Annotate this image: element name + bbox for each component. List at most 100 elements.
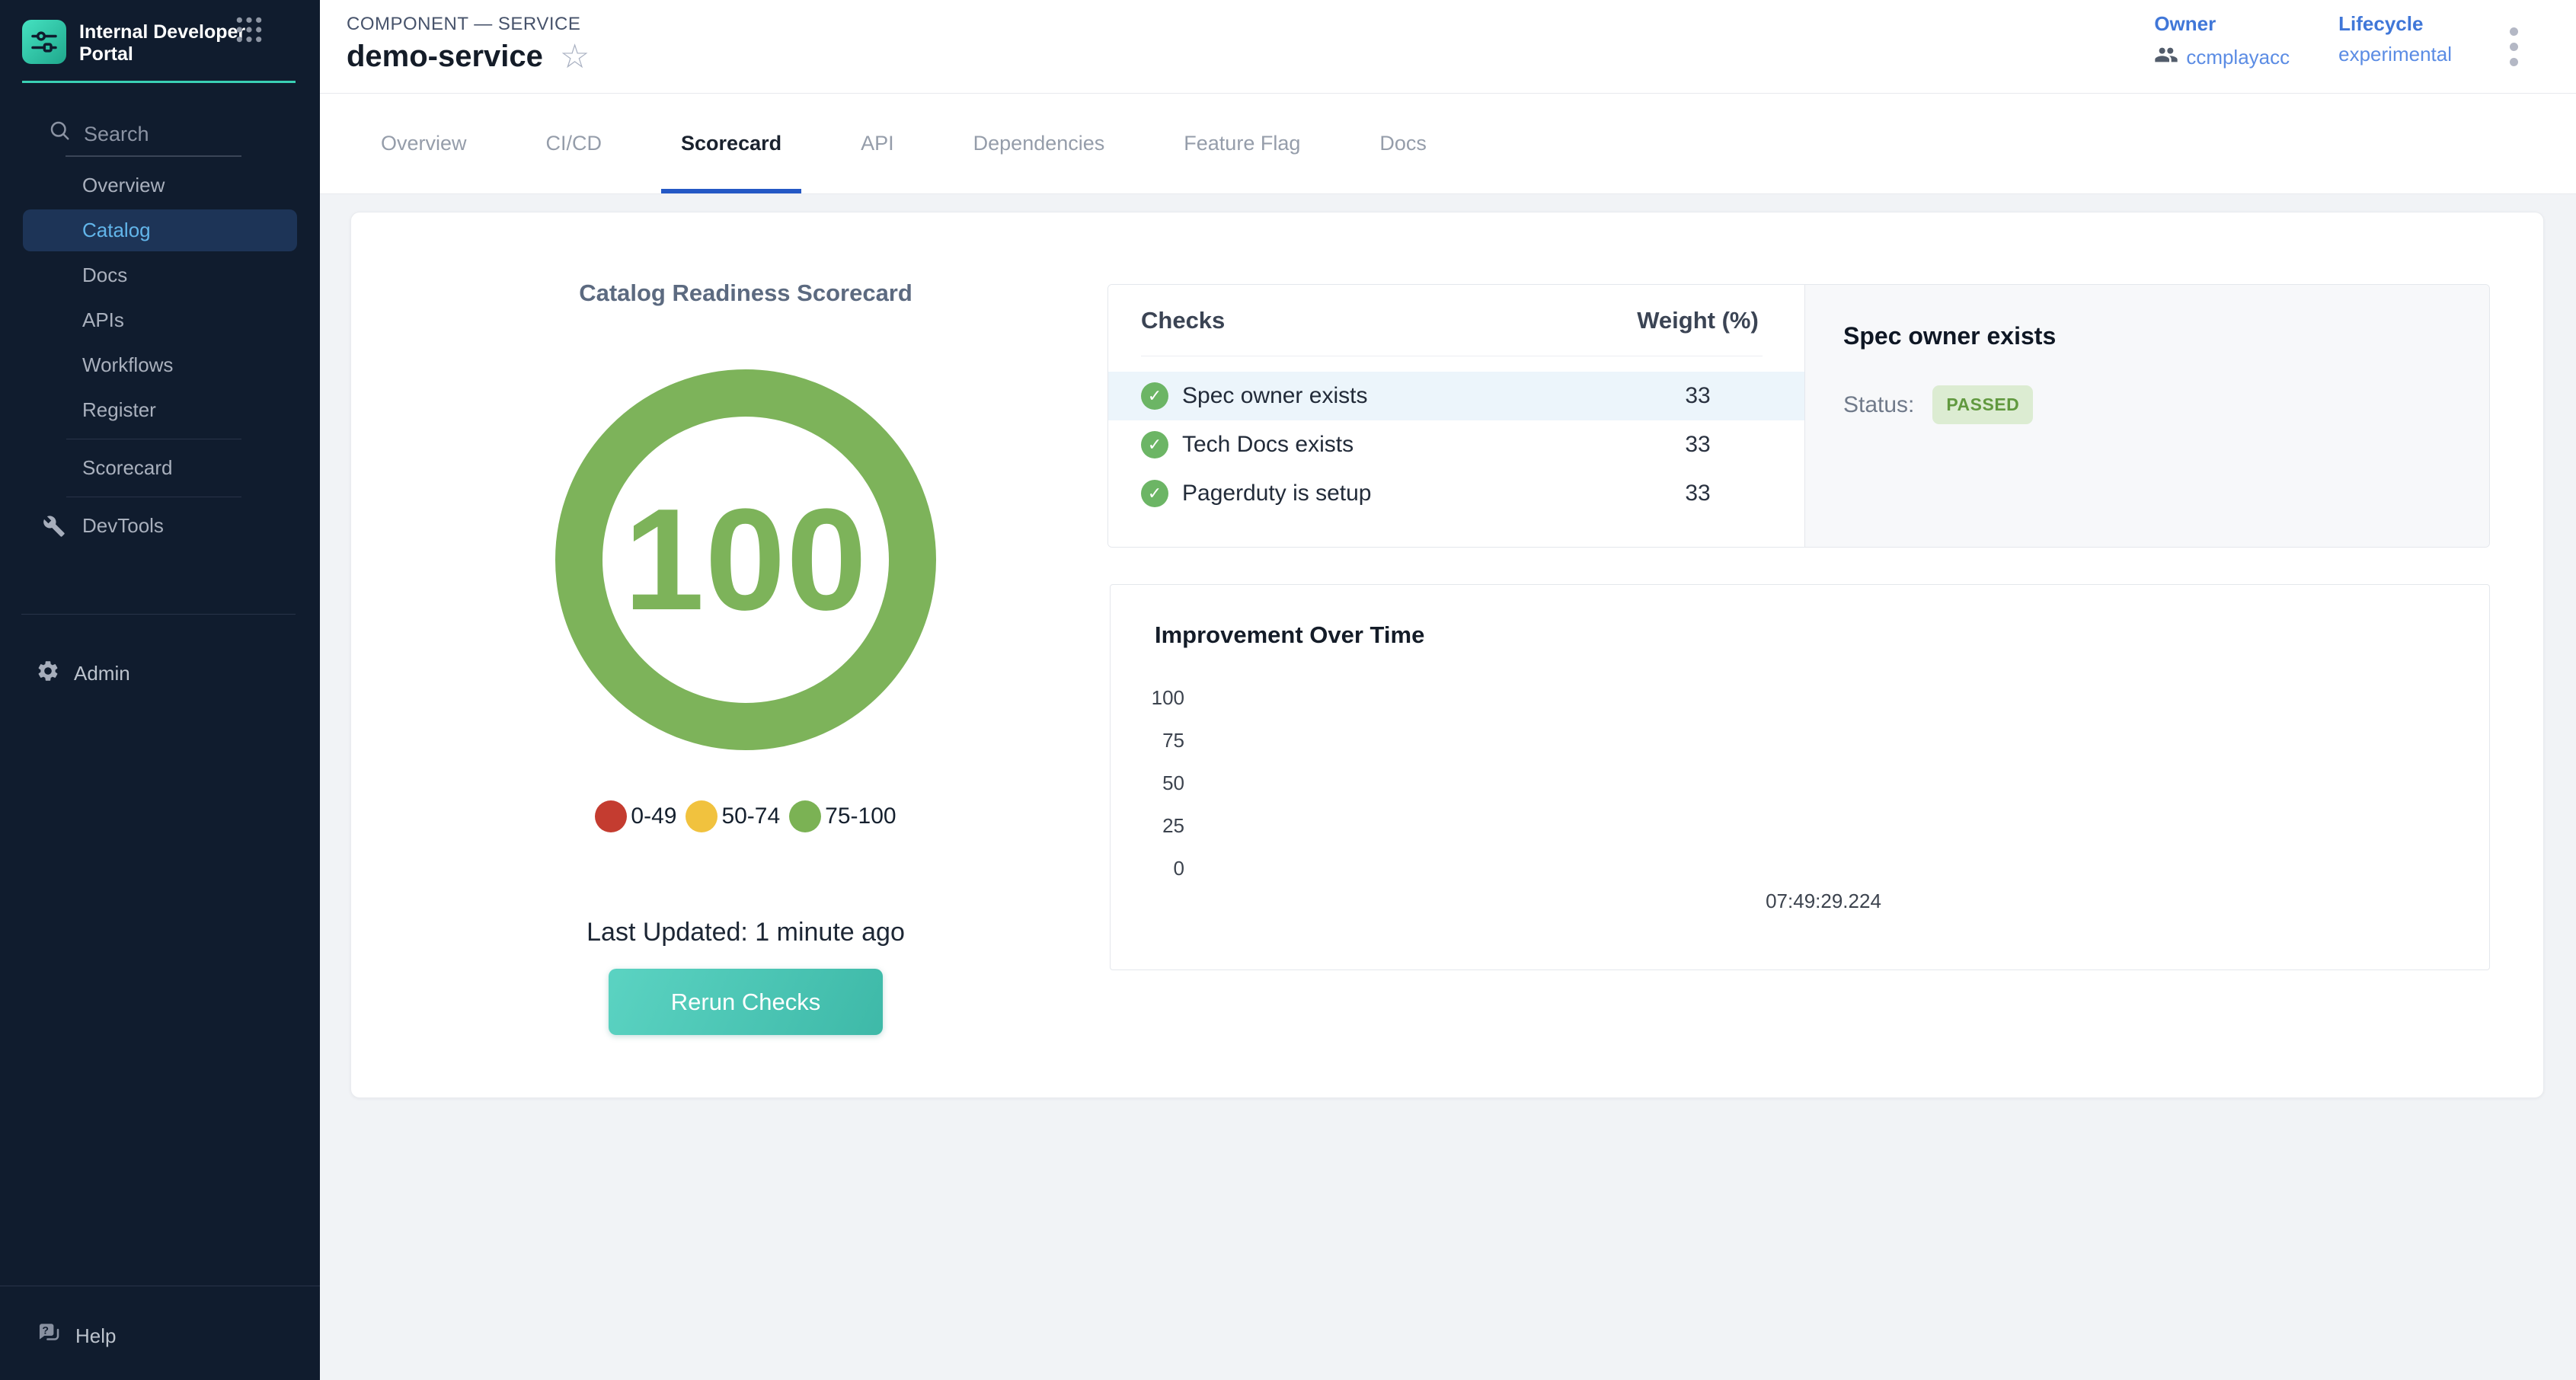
sidebar-item-admin[interactable]: Admin [0,652,320,695]
check-name: Tech Docs exists [1182,432,1354,458]
tab-ci-cd[interactable]: CI/CD [546,94,602,193]
check-weight: 33 [1633,383,1763,409]
sidebar-item-label: Scorecard [82,456,173,479]
sidebar-item-register[interactable]: Register [0,388,320,433]
help-chat-icon: ? [36,1321,62,1352]
sidebar-item-label: Register [82,398,156,421]
wrench-icon [43,515,66,538]
legend-dot [686,800,718,832]
legend-label: 75-100 [825,803,896,829]
y-axis-tick: 50 [1139,771,1184,795]
sidebar-item-label: DevTools [82,514,164,537]
tab-overview[interactable]: Overview [381,94,467,193]
check-name: Spec owner exists [1182,383,1367,409]
score-summary: Catalog Readiness Scorecard 100 0-49 50-7… [351,212,1140,1035]
owner-block: Owner ccmplayacc [2154,12,2290,72]
status-label: Status: [1843,392,1914,418]
check-row[interactable]: ✓ Spec owner exists 33 [1108,372,1804,420]
legend-dot [789,800,821,832]
tab-scorecard[interactable]: Scorecard [681,94,781,193]
sidebar-nav: Overview Catalog Docs APIs Workflows Register… [0,163,320,548]
entity-header: COMPONENT — SERVICE demo-service ☆ Owner… [320,0,2576,94]
favorite-star-icon[interactable]: ☆ [560,40,590,74]
tab-docs[interactable]: Docs [1379,94,1427,193]
tab-feature-flag[interactable]: Feature Flag [1184,94,1300,193]
legend-label: 50-74 [721,803,780,829]
check-name: Pagerduty is setup [1182,481,1371,506]
sidebar-item-docs[interactable]: Docs [0,253,320,298]
content-area: Catalog Readiness Scorecard 100 0-49 50-7… [320,194,2576,1380]
legend-item: 50-74 [686,800,780,832]
sidebar-item-label: Help [75,1324,116,1348]
breadcrumb: COMPONENT — SERVICE [347,14,590,35]
rerun-checks-button[interactable]: Rerun Checks [609,969,883,1035]
status-badge: PASSED [1932,385,2033,424]
weight-column-header: Weight (%) [1633,307,1763,334]
check-detail-title: Spec owner exists [1843,322,2489,350]
sidebar-divider [21,614,296,615]
x-axis-tick: 07:49:29.224 [1766,890,1881,913]
app-logo-icon [22,20,66,64]
tab-api[interactable]: API [861,94,894,193]
check-detail-panel: Spec owner exists Status: PASSED [1805,285,2489,547]
check-weight: 33 [1633,432,1763,458]
sidebar-item-help[interactable]: ? Help [0,1315,320,1357]
legend-label: 0-49 [631,803,676,829]
search-input[interactable] [66,113,241,157]
main-area: COMPONENT — SERVICE demo-service ☆ Owner… [320,0,2576,1380]
legend-dot [595,800,627,832]
svg-text:?: ? [42,1324,49,1337]
lifecycle-label[interactable]: Lifecycle [2338,12,2452,36]
sidebar-accent-divider [22,81,296,83]
checks-column-header: Checks [1141,307,1225,334]
sidebar-item-label: Overview [82,174,165,196]
improvement-chart: Improvement Over Time 100 75 50 25 0 07:49:2… [1110,584,2490,970]
sidebar-item-label: APIs [82,308,124,331]
brand-title: Internal Developer Portal [79,20,254,65]
check-passed-icon: ✓ [1141,480,1168,507]
owner-label[interactable]: Owner [2154,12,2290,36]
sidebar-item-scorecard[interactable]: Scorecard [0,446,320,490]
group-icon [2154,43,2178,72]
score-legend: 0-49 50-74 75-100 [595,800,896,832]
sidebar-item-label: Admin [74,662,130,685]
gear-icon [36,659,60,688]
last-updated-text: Last Updated: 1 minute ago [586,918,905,947]
sidebar-item-apis[interactable]: APIs [0,298,320,343]
y-axis-tick: 75 [1139,729,1184,752]
sidebar-item-catalog[interactable]: Catalog [23,209,297,251]
y-axis-tick: 100 [1139,686,1184,710]
entity-tabbar: Overview CI/CD Scorecard API Dependencies Fea… [320,94,2576,194]
sidebar-item-label: Workflows [82,353,173,376]
y-axis-tick: 0 [1139,857,1184,880]
sidebar: Internal Developer Portal Overview Catalo… [0,0,320,1380]
chart-title: Improvement Over Time [1155,621,1424,649]
check-row[interactable]: ✓ Tech Docs exists 33 [1108,420,1804,469]
score-value: 100 [624,477,868,643]
lifecycle-block: Lifecycle experimental [2338,12,2452,66]
sidebar-item-workflows[interactable]: Workflows [0,343,320,388]
page-title: demo-service [347,40,543,74]
sidebar-item-overview[interactable]: Overview [0,163,320,208]
kebab-menu-icon[interactable] [2505,12,2523,81]
checks-table: Checks Weight (%) ✓ Spec owner exists 33 ✓ T… [1108,285,1805,547]
scorecard-title: Catalog Readiness Scorecard [579,280,912,307]
check-weight: 33 [1633,481,1763,506]
tab-dependencies[interactable]: Dependencies [973,94,1105,193]
legend-item: 0-49 [595,800,676,832]
check-passed-icon: ✓ [1141,431,1168,458]
score-gauge: 100 [555,369,936,750]
brand: Internal Developer Portal [22,20,254,65]
apps-grid-icon[interactable] [235,15,264,48]
check-row[interactable]: ✓ Pagerduty is setup 33 [1108,469,1804,518]
legend-item: 75-100 [789,800,896,832]
checks-section: Checks Weight (%) ✓ Spec owner exists 33 ✓ T… [1107,284,2490,548]
sidebar-item-devtools[interactable]: DevTools [0,503,320,548]
owner-value[interactable]: ccmplayacc [2186,46,2290,69]
y-axis-tick: 25 [1139,814,1184,838]
check-passed-icon: ✓ [1141,382,1168,410]
lifecycle-value[interactable]: experimental [2338,43,2452,66]
sidebar-item-label: Catalog [82,219,151,241]
sidebar-item-label: Docs [82,264,127,286]
scorecard-page-card: Catalog Readiness Scorecard 100 0-49 50-7… [350,212,2544,1098]
